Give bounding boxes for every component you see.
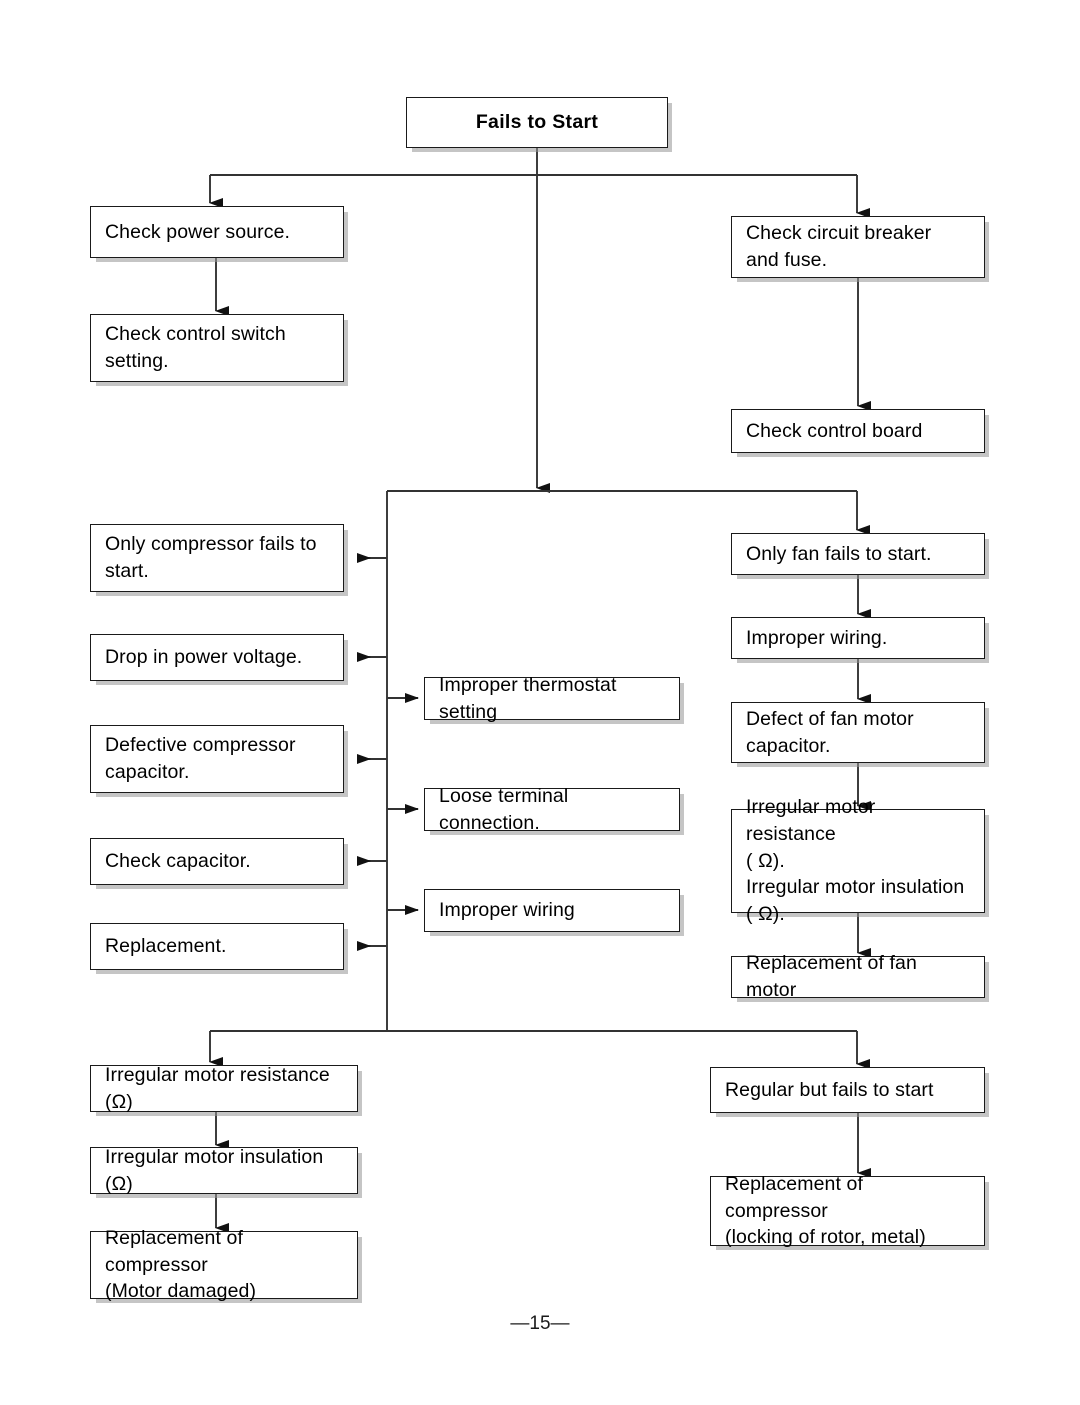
node-fan-irregular-motor-resistance[interactable]: Irregular motor resistance ( Ω). Irregul… [731, 796, 985, 925]
node-replacement-of-fan-motor[interactable]: Replacement of fan motor [731, 952, 985, 1001]
node-replacement-of-compressor-motor-damaged[interactable]: Replacement of compressor (Motor damaged… [90, 1227, 358, 1302]
node-label: Defect of fan motor capacitor. [746, 707, 914, 757]
node-replacement[interactable]: Replacement. [90, 923, 344, 970]
node-label: Only compressor fails to start. [105, 533, 317, 582]
node-loose-terminal-connection[interactable]: Loose terminal connection. [424, 785, 680, 834]
node-fails-to-start[interactable]: Fails to Start [406, 97, 668, 148]
node-drop-in-power-voltage[interactable]: Drop in power voltage. [90, 634, 344, 681]
node-defective-compressor-capacitor[interactable]: Defective compressor capacitor. [90, 725, 344, 793]
node-label: Replacement of compressor (Motor damaged… [105, 1226, 257, 1303]
flowchart-page: Fails to Start Check power source. Check… [0, 0, 1080, 1405]
node-improper-wiring-middle[interactable]: Improper wiring [424, 889, 680, 932]
node-check-capacitor[interactable]: Check capacitor. [90, 838, 344, 885]
node-irregular-motor-insulation[interactable]: Irregular motor insulation (Ω) [90, 1146, 358, 1195]
node-label: Check control board [746, 419, 923, 442]
node-label: Irregular motor resistance ( Ω). Irregul… [746, 795, 965, 926]
node-label: Defective compressor capacitor. [105, 734, 296, 783]
node-regular-but-fails-to-start[interactable]: Regular but fails to start [710, 1067, 985, 1113]
node-defect-of-fan-motor-capacitor[interactable]: Defect of fan motor capacitor. [731, 702, 985, 763]
node-label: Only fan fails to start. [746, 542, 932, 565]
node-check-power-source[interactable]: Check power source. [90, 206, 344, 258]
node-replacement-of-compressor-locking-rotor[interactable]: Replacement of compressor (locking of ro… [710, 1173, 985, 1248]
node-label: Replacement of fan motor [746, 952, 917, 1001]
node-label: Drop in power voltage. [105, 646, 303, 669]
node-label: Fails to Start [475, 111, 599, 134]
node-label: Improper wiring. [746, 626, 888, 649]
node-improper-wiring-right[interactable]: Improper wiring. [731, 617, 985, 659]
node-improper-thermostat-setting[interactable]: Improper thermostat setting [424, 674, 680, 723]
node-label: Replacement. [105, 935, 227, 958]
node-label: Check capacitor. [105, 850, 251, 873]
page-number: —15— [510, 1313, 570, 1334]
node-label: Improper thermostat setting [439, 673, 617, 723]
node-check-circuit-breaker[interactable]: Check circuit breaker and fuse. [731, 216, 985, 278]
node-only-fan-fails[interactable]: Only fan fails to start. [731, 533, 985, 575]
node-only-compressor-fails[interactable]: Only compressor fails to start. [90, 524, 344, 592]
node-check-control-board[interactable]: Check control board [731, 409, 985, 453]
node-label: Check power source. [105, 220, 291, 243]
node-label: Loose terminal connection. [439, 784, 569, 834]
node-label: Irregular motor insulation (Ω) [105, 1145, 324, 1195]
node-label: Improper wiring [439, 899, 575, 922]
node-label: Check circuit breaker and fuse. [746, 222, 932, 271]
node-label: Irregular motor resistance (Ω) [105, 1063, 330, 1113]
node-label: Regular but fails to start [725, 1078, 934, 1101]
node-check-control-switch[interactable]: Check control switch setting. [90, 314, 344, 382]
node-irregular-motor-resistance[interactable]: Irregular motor resistance (Ω) [90, 1064, 358, 1113]
node-label: Check control switch setting. [105, 323, 286, 372]
node-label: Replacement of compressor (locking of ro… [725, 1172, 926, 1249]
